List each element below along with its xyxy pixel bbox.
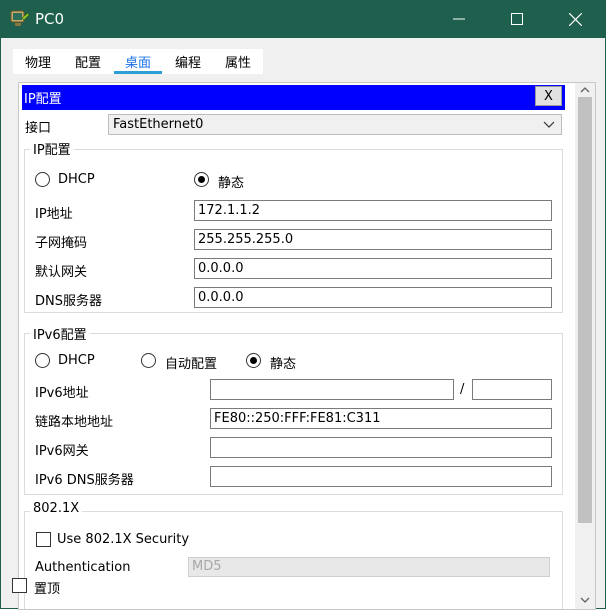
ipv6-gateway-label: IPv6网关 [35,444,89,459]
close-icon [568,12,582,26]
ipv6-static-radio[interactable] [246,353,261,368]
ipv6-auto-label: 自动配置 [165,357,218,372]
ipv6-gateway-field[interactable] [210,437,552,458]
dns-server-label: DNS服务器 [35,294,102,309]
interface-select[interactable]: FastEthernet0 [108,114,562,135]
window-title: PC0 [35,10,65,28]
interface-label: 接口 [25,121,52,136]
subnet-mask-label: 子网掩码 [35,236,88,251]
chevron-down-icon [543,121,555,128]
maximize-icon [511,13,523,25]
always-on-top-checkbox[interactable] [12,578,27,593]
ip-address-label: IP地址 [35,207,73,222]
ipv4-group-title: IP配置 [30,139,74,158]
dot1x-group-title: 802.1X [30,501,83,516]
ipv6-static-label: 静态 [270,357,297,372]
window-client: 物理 配置 桌面 编程 属性 IP配置 X 接口 FastEthernet0 I… [1,38,605,610]
tab-desktop[interactable]: 桌面 [113,49,163,74]
ipv6-address-field[interactable] [210,379,454,400]
desktop-content-frame: IP配置 X 接口 FastEthernet0 IP配置 DHCP 静态 IP地… [18,82,596,610]
subnet-mask-field[interactable]: 255.255.255.0 [194,229,552,250]
window-titlebar[interactable]: PC0 [0,0,606,38]
prefix-separator: / [460,382,465,397]
ip-config-titlebar: IP配置 [22,85,565,110]
use-8021x-label: Use 802.1X Security [57,532,190,547]
ipv4-dhcp-label: DHCP [58,172,95,187]
always-on-top-label: 置顶 [34,582,61,597]
pc-app-icon [10,10,30,26]
ipv4-dhcp-radio[interactable] [35,172,50,187]
interface-value: FastEthernet0 [113,117,204,132]
app-window: PC0 物理 配置 桌面 编程 属性 IP配置 X 接口 FastEtherne… [0,0,606,610]
ip-config-title: IP配置 [24,92,62,107]
ip-address-field[interactable]: 172.1.1.2 [194,200,552,221]
ipv6-dns-field[interactable] [210,466,552,487]
scrollbar-thumb[interactable] [578,97,592,523]
link-local-field[interactable]: FE80::250:FFF:FE81:C311 [210,408,552,429]
tab-attributes[interactable]: 属性 [213,49,263,74]
tab-bar: 物理 配置 桌面 编程 属性 [13,49,263,74]
ipv6-dns-label: IPv6 DNS服务器 [35,473,134,488]
ipv4-static-radio[interactable] [194,172,209,187]
ipv6-dhcp-radio[interactable] [35,353,50,368]
authentication-select[interactable]: MD5 [188,557,550,577]
ipv4-static-label: 静态 [218,176,245,191]
minimize-button[interactable] [430,0,488,38]
default-gateway-field[interactable]: 0.0.0.0 [194,258,552,279]
scroll-up-icon[interactable] [580,85,590,95]
tab-physical[interactable]: 物理 [13,49,63,74]
use-8021x-checkbox[interactable] [36,532,51,547]
default-gateway-label: 默认网关 [35,265,88,280]
tab-programming[interactable]: 编程 [163,49,213,74]
scroll-down-icon[interactable] [580,595,590,605]
ipv6-group-title: IPv6配置 [30,324,90,343]
ipv6-prefix-field[interactable] [472,379,552,400]
close-window-button[interactable] [546,0,604,38]
minimize-icon [453,18,465,20]
authentication-label: Authentication [35,560,131,575]
ipv6-address-label: IPv6地址 [35,386,89,401]
vertical-scrollbar[interactable] [575,83,595,609]
ipv6-dhcp-label: DHCP [58,353,95,368]
authentication-value: MD5 [192,559,222,574]
ipv6-auto-radio[interactable] [141,353,156,368]
link-local-label: 链路本地地址 [35,415,114,430]
maximize-button[interactable] [488,0,546,38]
ip-config-close-button[interactable]: X [535,86,562,106]
dns-server-field[interactable]: 0.0.0.0 [194,287,552,308]
tab-config[interactable]: 配置 [63,49,113,74]
